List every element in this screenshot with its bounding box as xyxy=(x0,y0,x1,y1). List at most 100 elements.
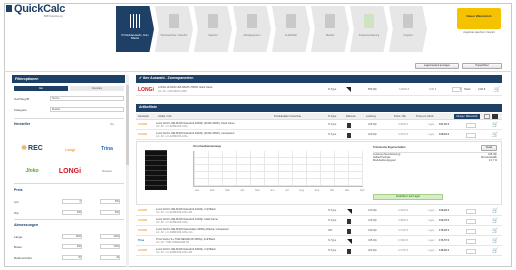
category-select[interactable]: Module xyxy=(50,107,124,112)
power-to-input[interactable]: 600 xyxy=(100,210,120,215)
step-2[interactable]: Wechselrichter / Zubehör xyxy=(155,6,193,52)
row-type: N-Type xyxy=(328,249,337,252)
selected-article-row[interactable]: LONGi LONGI HI-MO6 LR5-66HTH 550W, black… xyxy=(136,84,502,96)
qty-input[interactable] xyxy=(466,229,476,234)
power-from-input[interactable]: 300 xyxy=(62,210,82,215)
detail-button[interactable]: Detail xyxy=(481,145,497,151)
row-power: 415 Wp xyxy=(368,219,377,222)
step-5[interactable]: E-Mobilität xyxy=(272,6,310,52)
brand-rec-button[interactable]: ❊ REC xyxy=(14,141,50,155)
col-ntype[interactable]: N-Type xyxy=(328,115,336,118)
table-row[interactable]: LUXOR Luxor ECO LINE M108 GlassFoil 415W… xyxy=(136,217,502,226)
col-power[interactable]: Leistung xyxy=(366,115,376,118)
col-frame[interactable]: Rahmen xyxy=(346,115,356,118)
row-price: 159,90 € xyxy=(439,209,450,212)
col-preview[interactable]: Produktdaten-Vorschau xyxy=(274,115,301,118)
search-input[interactable]: Suche... xyxy=(50,96,124,101)
frame-color-swatch xyxy=(347,133,351,138)
frame-color-swatch xyxy=(347,239,352,244)
brand-trina-button[interactable]: Trina xyxy=(90,143,124,155)
divider xyxy=(14,118,124,119)
qty-input[interactable] xyxy=(466,133,476,138)
row-sub: Art.-Nr.: LX-410M/182-108+ FB xyxy=(156,211,192,214)
width-to-input[interactable]: 1300 xyxy=(100,244,120,249)
euro-icon xyxy=(364,14,374,28)
col-brand[interactable]: Hersteller xyxy=(138,115,149,118)
divider xyxy=(14,183,124,184)
selected-qty-input[interactable]: 0 xyxy=(452,87,462,92)
article-columns: Hersteller Artikel / Info Produktdaten-V… xyxy=(136,113,502,120)
length-to-input[interactable]: 2400 xyxy=(100,234,120,239)
table-row[interactable]: LUXOR Luxor ECO LINE M108 GlassFoil 420W… xyxy=(136,131,502,140)
qty-input[interactable] xyxy=(466,239,476,244)
height-to-input[interactable]: 40 xyxy=(100,255,120,260)
table-row[interactable]: Trina Trina Vertex S+ TSM-NEG9R.28 435Wp… xyxy=(136,237,502,246)
width-from-input[interactable]: 900 xyxy=(62,244,82,249)
step-3[interactable]: Speicher xyxy=(194,6,232,52)
row-stock: Lager xyxy=(428,219,435,222)
cart-icon[interactable]: 🛒 xyxy=(492,218,498,224)
step-7[interactable]: Zusammenfassung xyxy=(350,6,388,52)
col-price-piece[interactable]: Preis pro Stück xyxy=(416,115,434,118)
step-6[interactable]: Elektrik xyxy=(311,6,349,52)
row-power: 430 Wp xyxy=(368,229,377,232)
logo[interactable]: QuickCalc xyxy=(14,3,65,15)
tech-value: 21,7 % xyxy=(488,159,497,162)
logo-icon xyxy=(6,5,12,12)
cart-warning-subtext[interactable]: Angebote speichern / Export xyxy=(457,31,501,34)
col-cart[interactable]: Menge / Warenkorb xyxy=(454,114,480,119)
table-row[interactable]: LUXOR Luxor ECO LINE M108 GlassFoil 400W… xyxy=(136,247,502,256)
col-price-wp[interactable]: Preis / Wp xyxy=(394,115,406,118)
article-list-header: Artikelliste xyxy=(136,104,502,112)
cart-icon[interactable]: 🛒 xyxy=(492,238,498,244)
month-label: Dez xyxy=(360,189,365,192)
qty-input[interactable] xyxy=(466,123,476,128)
article-preview-panel: Vorschaudatenanzeige Jan Feb Mär Apr Mai… xyxy=(136,141,502,205)
brand-kaisun-button[interactable]: Kaisun xyxy=(90,166,124,176)
table-row[interactable]: LUXOR Luxor ECO LINE M108 GlassGlass 430… xyxy=(136,227,502,236)
row-type: N-Type xyxy=(328,133,337,136)
price-filter-button[interactable]: Preise/Filter xyxy=(462,63,502,69)
manufacturer-more-link[interactable]: Alle xyxy=(110,123,114,126)
col-article[interactable]: Artikel / Info xyxy=(158,115,172,118)
month-label: Sep xyxy=(314,189,320,192)
table-row[interactable]: LUXOR Luxor ECO LINE M108 GlassFoil 425W… xyxy=(136,121,502,130)
brand-longi-logo-button[interactable]: LONGi xyxy=(52,163,88,179)
qty-input[interactable] xyxy=(466,219,476,224)
qty-input[interactable] xyxy=(466,209,476,214)
price-from-input[interactable]: 0 xyxy=(62,199,82,204)
cart-icon[interactable]: 🛒 xyxy=(492,208,498,214)
step-8[interactable]: Angebot xyxy=(389,6,427,52)
row-sub: Art.-Nr.: LX-400M/182-108+ FB xyxy=(156,251,192,254)
qty-input[interactable] xyxy=(466,249,476,254)
grid-view-icon[interactable] xyxy=(484,114,490,119)
price-heading: Preis xyxy=(14,188,23,192)
brand-jinko-button[interactable]: Jinko xyxy=(14,165,50,177)
cart-icon[interactable]: 🛒 xyxy=(492,122,498,128)
cart-icon[interactable]: 🛒 xyxy=(494,87,500,93)
height-from-input[interactable]: 30 xyxy=(62,255,82,260)
frame-color-swatch xyxy=(347,249,351,254)
step-label: Wechselrichter / Zubehör xyxy=(160,34,188,37)
tab-all[interactable]: Alle xyxy=(14,86,68,91)
tab-favorites[interactable]: Favoriten xyxy=(70,86,124,91)
price-to-input[interactable]: 500 xyxy=(100,199,120,204)
row-sub: Art.-Nr.: TSM-435NEG9R.28 xyxy=(156,241,189,244)
cart-icon[interactable]: 🛒 xyxy=(492,228,498,234)
brand-longi-button[interactable]: Longi xyxy=(52,145,88,155)
cart-icon[interactable]: 🛒 xyxy=(492,132,498,138)
sidebar-scrollbar-thumb[interactable] xyxy=(126,85,129,165)
stock-button[interactable]: Lagerbestand anzeigen xyxy=(415,63,459,69)
row-stock: Lager xyxy=(428,133,435,136)
table-row[interactable]: LUXOR Luxor ECO LINE M108 GlassFoil 410W… xyxy=(136,207,502,216)
solar-panel-icon xyxy=(130,14,140,28)
step-1[interactable]: PV-Modulauswahl • Jinko Bifazial xyxy=(116,6,154,52)
month-label: Jul xyxy=(285,189,289,192)
cable-icon xyxy=(325,14,335,28)
selected-power: 550 Wp xyxy=(368,88,377,91)
step-4[interactable]: Montagesystem xyxy=(233,6,271,52)
list-view-icon[interactable] xyxy=(492,114,498,119)
length-from-input[interactable]: 1600 xyxy=(62,234,82,239)
cart-warning-button[interactable]: Neuer Warenkorb xyxy=(457,8,501,29)
cart-icon[interactable]: 🛒 xyxy=(492,248,498,254)
